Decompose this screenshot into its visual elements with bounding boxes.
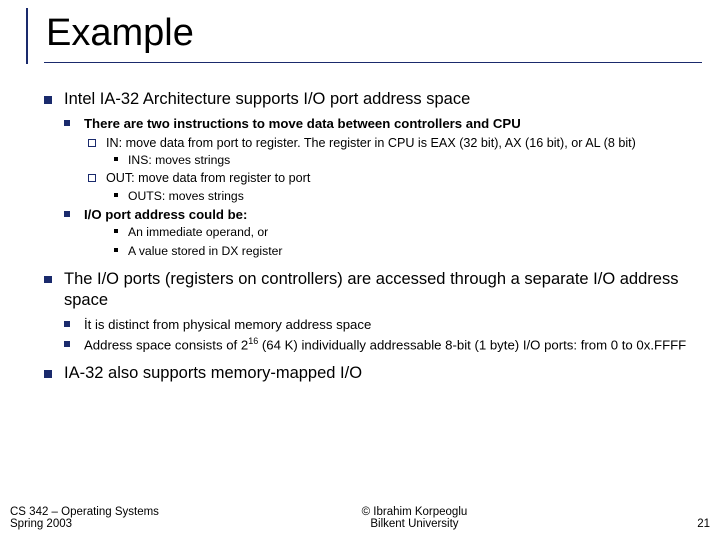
bullet-item: Address space consists of 216 (64 K) ind…	[64, 336, 696, 354]
institution: Bilkent University	[159, 518, 670, 530]
bullet-list-level3: IN: move data from port to register. The…	[84, 135, 696, 204]
bullet-list-level1: Intel IA-32 Architecture supports I/O po…	[44, 89, 696, 385]
bullet-item: I/O port address could be: An immediate …	[64, 206, 696, 259]
bullet-text: I/O port address could be:	[84, 207, 247, 222]
bullet-text: An immediate operand, or	[128, 225, 268, 239]
bullet-list-level2: There are two instructions to move data …	[64, 115, 696, 258]
footer-center: © Ibrahim Korpeoglu Bilkent University	[159, 506, 670, 530]
bullet-text: INS: moves strings	[128, 153, 230, 167]
bullet-item: There are two instructions to move data …	[64, 115, 696, 204]
course-code: CS 342 – Operating Systems	[10, 506, 159, 518]
bullet-text: A value stored in DX register	[128, 244, 282, 258]
bullet-text: There are two instructions to move data …	[84, 116, 521, 131]
bullet-text: OUTS: moves strings	[128, 189, 244, 203]
bullet-list-level4: An immediate operand, or A value stored …	[106, 224, 696, 258]
bullet-item: IA-32 also supports memory-mapped I/O	[44, 363, 696, 385]
bullet-item: A value stored in DX register	[106, 243, 696, 259]
bullet-item: İt is distinct from physical memory addr…	[64, 316, 696, 333]
bullet-item: OUT: move data from register to port OUT…	[84, 170, 696, 204]
bullet-text: The I/O ports (registers on controllers)…	[64, 270, 678, 310]
page-number: 21	[697, 518, 710, 530]
bullet-item: The I/O ports (registers on controllers)…	[44, 269, 696, 354]
content-area: Intel IA-32 Architecture supports I/O po…	[44, 89, 696, 385]
superscript: 16	[248, 336, 258, 346]
bullet-list-level2: İt is distinct from physical memory addr…	[64, 316, 696, 353]
bullet-list-level4: OUTS: moves strings	[106, 188, 696, 204]
footer-right: 21	[670, 518, 710, 530]
bullet-item: IN: move data from port to register. The…	[84, 135, 696, 169]
bullet-item: Intel IA-32 Architecture supports I/O po…	[44, 89, 696, 258]
footer-left: CS 342 – Operating Systems Spring 2003	[10, 506, 159, 530]
bullet-text: (64 K) individually addressable 8-bit (1…	[258, 337, 686, 352]
bullet-item: INS: moves strings	[106, 152, 696, 168]
bullet-text: Address space consists of 2	[84, 337, 248, 352]
slide-title: Example	[46, 8, 710, 64]
bullet-text: IN: move data from port to register. The…	[106, 136, 636, 150]
bullet-list-level4: INS: moves strings	[106, 152, 696, 168]
bullet-item: An immediate operand, or	[106, 224, 696, 240]
copyright: © Ibrahim Korpeoglu	[159, 506, 670, 518]
term: Spring 2003	[10, 518, 159, 530]
bullet-text: İt is distinct from physical memory addr…	[84, 317, 371, 332]
footer: CS 342 – Operating Systems Spring 2003 ©…	[10, 506, 710, 530]
bullet-text: IA-32 also supports memory-mapped I/O	[64, 364, 362, 382]
bullet-text: Intel IA-32 Architecture supports I/O po…	[64, 90, 470, 108]
bullet-text: OUT: move data from register to port	[106, 171, 310, 185]
title-underline	[44, 62, 702, 64]
slide: Example Intel IA-32 Architecture support…	[0, 0, 720, 540]
bullet-item: OUTS: moves strings	[106, 188, 696, 204]
title-block: Example	[26, 8, 710, 64]
